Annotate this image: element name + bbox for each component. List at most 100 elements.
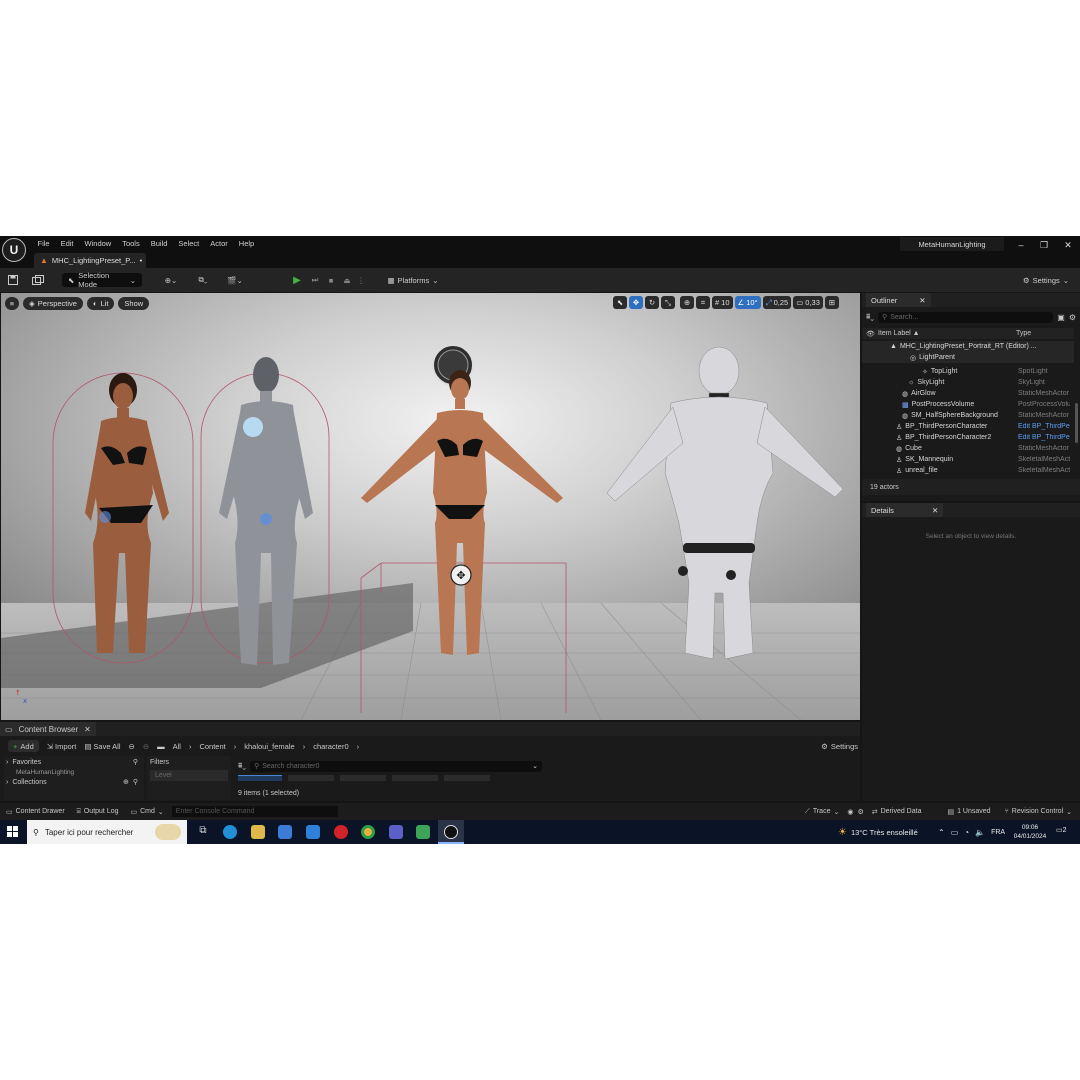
asset-thumbnail[interactable] <box>288 775 334 781</box>
opera-icon[interactable] <box>334 825 348 839</box>
task-view-icon[interactable]: ⧉ <box>196 825 210 839</box>
level-tab[interactable]: ▲ MHC_LightingPreset_P... • <box>34 253 146 268</box>
outliner-search-input[interactable]: ⚲ Search... <box>878 311 1054 323</box>
close-icon[interactable]: ✕ <box>1057 238 1079 252</box>
close-icon[interactable]: ✕ <box>84 725 91 734</box>
outliner-row[interactable]: ◍ Cube StaticMeshActor <box>862 443 1074 454</box>
cb-settings-button[interactable]: ⚙ Settings <box>821 742 858 751</box>
search-icon[interactable]: ⚲ <box>133 758 138 766</box>
folder-icon[interactable]: ▬ <box>157 742 165 751</box>
store-icon[interactable] <box>278 825 292 839</box>
battery-icon[interactable]: ▭ <box>951 828 959 837</box>
col-type[interactable]: Type <box>1016 330 1031 337</box>
asset-thumbnail[interactable] <box>340 775 386 781</box>
outliner-row[interactable]: ✧ TopLight SpotLight <box>862 366 1074 377</box>
add-collection-icon[interactable]: ⊕ <box>123 778 129 786</box>
settings-icon[interactable]: ⚙ <box>857 808 863 816</box>
asset-thumbnail[interactable] <box>444 775 490 781</box>
revision-control-button[interactable]: ⑂ Revision Control ⌄ <box>1005 808 1072 816</box>
taskbar-search-box[interactable]: ⚲ Taper ici pour rechercher <box>27 820 187 844</box>
rotate-tool-icon[interactable]: ↻ <box>645 296 659 309</box>
outliner-row[interactable]: ♙SK_Mannequin SkeletalMeshActor <box>862 454 1074 465</box>
translate-tool-icon[interactable]: ✥ <box>629 296 643 309</box>
forward-icon[interactable]: ⊖ <box>143 742 149 751</box>
cinematics-button[interactable]: 🎬⌄ <box>224 273 246 287</box>
play-options-icon[interactable]: ⋮ <box>356 273 366 287</box>
volume-icon[interactable]: 🔈 <box>975 828 985 837</box>
show-button[interactable]: Show <box>118 296 150 310</box>
save-all-button[interactable]: ▤ Save All <box>84 742 120 751</box>
level-viewport[interactable]: ✥ ↑ x ≡ ◈ Perspective ◐ Lit Show ⬉ ✥ ↻ ⤡ ⊕ <box>1 293 860 720</box>
minimize-icon[interactable]: – <box>1010 238 1032 252</box>
windows-start-icon[interactable] <box>7 826 18 837</box>
outliner-row[interactable]: ♙ BP_ThirdPersonCharacter Edit BP_ThirdPer… <box>862 421 1074 432</box>
breadcrumb-current[interactable]: character0 <box>313 742 348 751</box>
asset-search-input[interactable]: ⚲ Search character0 ⌄ <box>250 760 542 772</box>
add-folder-icon[interactable]: ▣ <box>1057 313 1065 322</box>
platforms-dropdown[interactable]: ▦ Platforms ⌄ <box>384 273 442 287</box>
outliner-row[interactable]: ◍ AirGlow StaticMeshActor <box>862 388 1074 399</box>
edit-blueprint-link[interactable]: Edit BP_ThirdPersonCharacter <box>1018 423 1070 430</box>
network-icon[interactable]: ◔ <box>964 828 969 837</box>
outliner-scrollbar[interactable] <box>1075 403 1078 443</box>
stop-icon[interactable]: ■ <box>324 273 338 287</box>
menu-tools[interactable]: Tools <box>117 238 146 250</box>
tab-outliner[interactable]: Outliner ✕ <box>866 293 931 307</box>
menu-select[interactable]: Select <box>173 238 205 250</box>
menu-window[interactable]: Window <box>79 238 117 250</box>
add-button[interactable]: + Add <box>8 740 39 752</box>
asset-thumbnail-selected[interactable] <box>238 775 282 781</box>
close-icon[interactable]: ✕ <box>932 506 938 515</box>
cmd-dropdown[interactable]: ▭ Cmd ⌄ <box>131 808 164 816</box>
camera-speed-button[interactable]: ▭ 0,33 <box>793 296 823 309</box>
add-actor-button[interactable]: ⊕⌄ <box>160 273 182 287</box>
clock[interactable]: 09:06 04/01/2024 <box>1008 823 1052 841</box>
surface-snap-icon[interactable]: ⌗ <box>696 296 710 309</box>
selection-mode-dropdown[interactable]: ⬉ Selection Mode ⌄ <box>62 271 142 289</box>
record-icon[interactable]: ◉ <box>847 808 853 816</box>
viewport-layout-icon[interactable]: ⊞ <box>824 296 839 309</box>
collections-row[interactable]: › Collections ⊕ ⚲ <box>4 776 144 788</box>
close-icon[interactable]: ✕ <box>919 296 925 305</box>
import-button[interactable]: ⇲ Import <box>47 742 77 751</box>
grid-snap-button[interactable]: #10 <box>712 296 733 309</box>
unsaved-button[interactable]: ▤ 1 Unsaved <box>947 808 990 816</box>
breadcrumb-folder[interactable]: khaloui_female <box>244 742 294 751</box>
unreal-taskbar-button[interactable] <box>438 820 464 844</box>
output-log-button[interactable]: ⌸ Output Log <box>77 808 119 816</box>
outliner-row[interactable]: ◎ LightParent <box>862 352 1074 363</box>
scale-snap-button[interactable]: ⤢ 0,25 <box>762 296 792 309</box>
menu-help[interactable]: Help <box>233 238 259 250</box>
filter-icon[interactable]: ⩩⌄ <box>866 312 874 322</box>
visibility-icon[interactable]: 👁 <box>866 330 875 338</box>
derived-data-button[interactable]: ⇄ Derived Data <box>872 808 922 816</box>
mail-icon[interactable] <box>306 825 320 839</box>
outliner-row[interactable]: ♙unreal_file SkeletalMeshActor <box>862 465 1074 476</box>
lit-button[interactable]: ◐ Lit <box>86 296 115 310</box>
weather-widget[interactable]: ☀ 13°C Très ensoleillé <box>838 820 918 844</box>
breadcrumb-content[interactable]: Content <box>199 742 225 751</box>
browse-level-icon[interactable] <box>30 273 46 287</box>
col-item-label[interactable]: Item Label ▲ <box>878 330 920 337</box>
app-icon[interactable] <box>416 825 430 839</box>
folder-row[interactable]: MetaHumanLighting <box>4 768 144 776</box>
menu-actor[interactable]: Actor <box>205 238 234 250</box>
search-icon[interactable]: ⚲ <box>133 778 138 786</box>
select-tool-icon[interactable]: ⬉ <box>613 296 627 309</box>
restore-icon[interactable]: ❐ <box>1033 238 1055 252</box>
scale-tool-icon[interactable]: ⤡ <box>661 296 675 309</box>
edge-icon[interactable] <box>223 825 237 839</box>
play-icon[interactable]: ▶ <box>290 273 304 287</box>
settings-dropdown[interactable]: ⚙ Settings ⌄ <box>1018 273 1074 287</box>
save-icon[interactable] <box>6 273 20 287</box>
level-filter-chip[interactable]: Level <box>150 770 228 781</box>
menu-build[interactable]: Build <box>145 238 173 250</box>
outliner-row[interactable]: ☼ SkyLight SkyLight <box>862 377 1074 388</box>
tab-content-browser[interactable]: ▭ Content Browser ✕ <box>0 722 96 736</box>
eject-icon[interactable]: ⏏ <box>340 273 354 287</box>
rotation-snap-button[interactable]: ∠ 10° <box>734 296 761 309</box>
content-drawer-button[interactable]: ▭ Content Drawer <box>6 808 65 816</box>
step-icon[interactable]: ⏭ <box>308 273 322 287</box>
language-indicator[interactable]: FRA <box>991 829 1005 836</box>
perspective-button[interactable]: ◈ Perspective <box>23 296 83 310</box>
